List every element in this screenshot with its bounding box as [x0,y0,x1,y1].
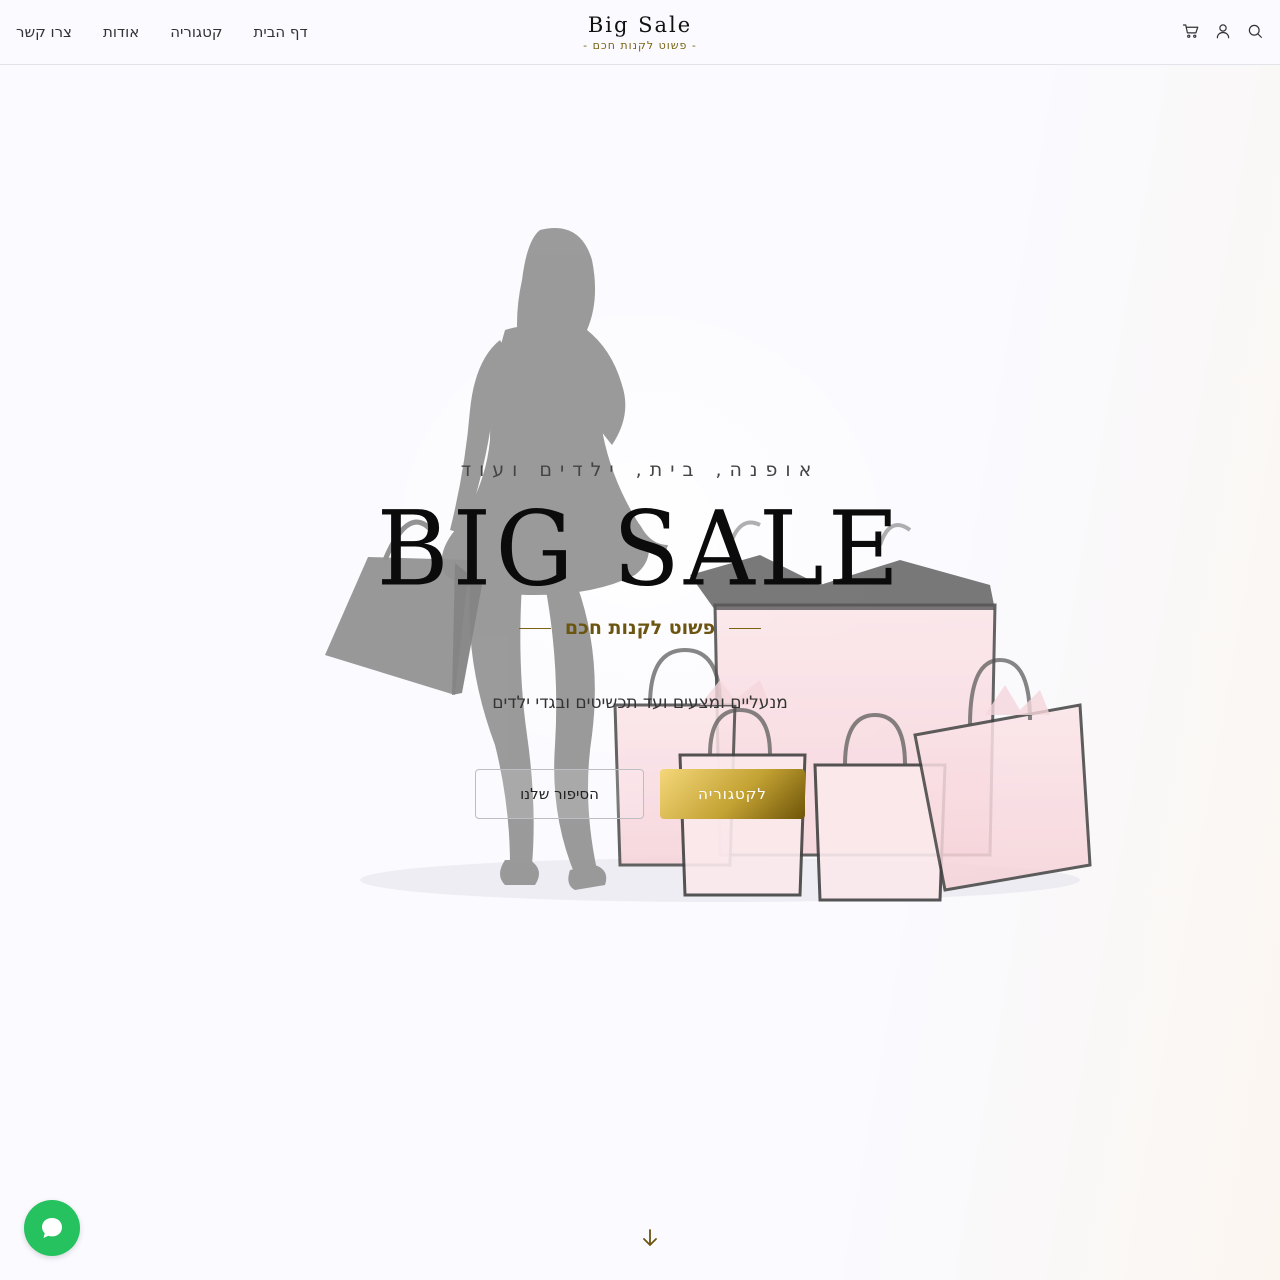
hero-section: אופנה, בית, ילדים ועוד BIG SALE פשוט לקנ… [0,65,1280,1280]
tagline-divider-left [518,627,551,629]
hero-title: BIG SALE [376,490,904,610]
tagline-divider-right [729,627,762,629]
cart-icon[interactable] [1182,22,1200,40]
hero-tagline-row: פשוט לקנות חכם [0,617,1280,639]
hero-lead-text: מנעליים ומצעים ועד תכשיטים ובגדי ילדים [492,693,788,713]
user-icon[interactable] [1214,22,1232,40]
chat-bubble-icon [42,1218,62,1238]
hero-tagline: פשוט לקנות חכם [564,617,716,639]
site-header: צרו קשר אודות קטגוריה דף הבית Big Sale -… [0,0,1280,65]
search-icon[interactable] [1246,22,1264,40]
logo-title: Big Sale [587,13,693,37]
hero-cta-row: הסיפור שלנו לקטגוריה [475,769,805,819]
chat-button[interactable] [24,1200,80,1256]
header-icons [1182,22,1264,40]
logo-tagline: - פשוט לקנות חכם - [583,39,697,52]
scroll-down-arrow-icon[interactable] [641,1228,659,1248]
hero-background-image [0,65,1280,1280]
site-logo[interactable]: Big Sale - פשוט לקנות חכם - [0,12,1280,54]
category-button[interactable]: לקטגוריה [660,769,805,819]
hero-eyebrow: אופנה, בית, ילדים ועוד [460,459,820,481]
our-story-button[interactable]: הסיפור שלנו [475,769,644,819]
